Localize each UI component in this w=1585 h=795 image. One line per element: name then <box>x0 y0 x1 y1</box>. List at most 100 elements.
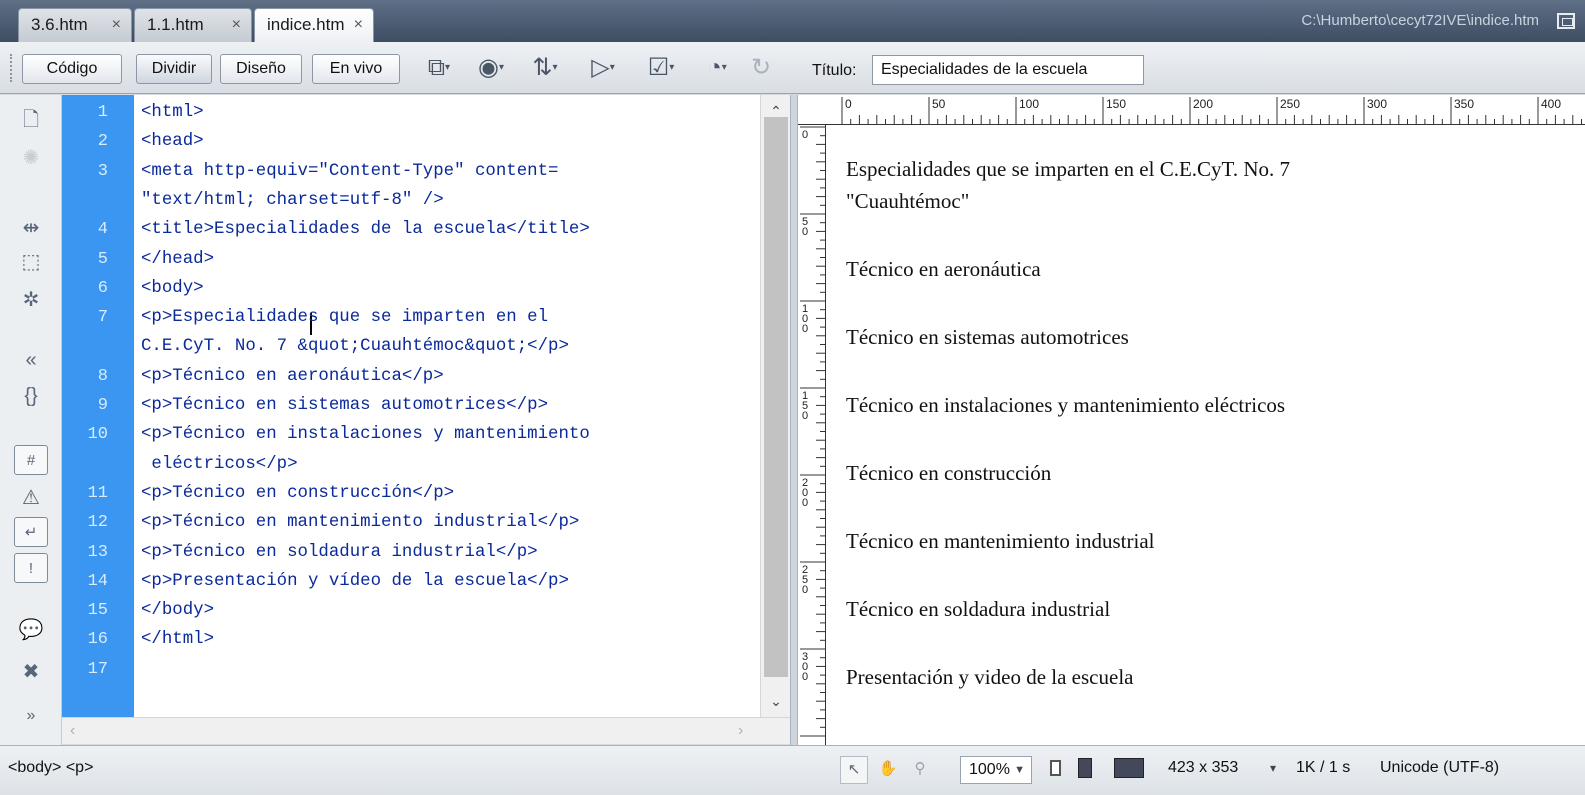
validate-markup-icon[interactable]: ☑▾ <box>640 52 682 84</box>
split-view-divider[interactable] <box>790 95 798 745</box>
code-line[interactable]: "text/html; charset=utf-8" /> <box>141 191 444 210</box>
design-paragraph[interactable]: Técnico en construcción <box>846 459 1051 487</box>
design-view[interactable]: 0 50 100 150 200 250 300 350 400 0 5 0 1 0 0 1 5 0 2… <box>798 95 1585 745</box>
design-view-button[interactable]: Diseño <box>220 54 302 84</box>
line-number: 7 <box>97 308 108 328</box>
line-number-gutter: 1 2 3 4 5 6 7 8 9 10 11 12 13 14 15 16 17 <box>62 95 134 717</box>
encoding: Unicode (UTF-8) <box>1380 759 1500 776</box>
code-line[interactable]: <p>Técnico en aeronáutica</p> <box>141 367 444 386</box>
select-parent-tag-icon[interactable]: « <box>14 345 48 375</box>
ruler-label: 1 0 0 <box>802 303 809 335</box>
code-line[interactable]: <body> <box>141 279 204 298</box>
show-code-navigator-icon[interactable]: ✺ <box>14 143 48 173</box>
collapse-full-tag-icon[interactable]: ⇹ <box>14 213 48 243</box>
code-line[interactable]: <p>Presentación y vídeo de la escuela</p… <box>141 572 569 591</box>
title-label: Título: <box>812 62 857 79</box>
code-line[interactable]: <p>Técnico en mantenimiento industrial</… <box>141 513 579 532</box>
scroll-down-arrow-icon[interactable]: ⌄ <box>761 693 791 710</box>
code-line[interactable]: <p>Técnico en instalaciones y mantenimie… <box>141 425 590 444</box>
scrollbar-thumb[interactable] <box>764 117 788 677</box>
apply-comment-icon[interactable]: 💬 <box>14 615 48 645</box>
code-line[interactable]: <meta http-equiv="Content-Type" content= <box>141 162 558 181</box>
code-line[interactable]: <p>Técnico en construcción</p> <box>141 484 454 503</box>
code-horizontal-scrollbar[interactable]: ‹ › <box>62 717 790 744</box>
line-number: 6 <box>97 278 108 298</box>
select-tool-icon[interactable]: ↖ <box>840 756 868 784</box>
tab-indice-htm[interactable]: indice.htm × <box>254 8 374 42</box>
line-number: 15 <box>87 601 108 621</box>
code-line[interactable]: <p>Técnico en sistemas automotrices</p> <box>141 396 548 415</box>
design-paragraph[interactable]: "Cuauhtémoc" <box>846 187 969 215</box>
expand-all-icon[interactable]: ✲ <box>14 285 48 315</box>
line-numbers-icon[interactable]: # <box>14 445 48 475</box>
balance-braces-icon[interactable]: {} <box>14 381 48 411</box>
ruler-label: 2 0 0 <box>802 477 809 509</box>
zoom-select[interactable]: 100% ▼ <box>960 756 1032 784</box>
line-number: 14 <box>87 571 108 591</box>
ruler-label: 5 0 <box>802 216 809 238</box>
tab-1-1-htm[interactable]: 1.1.htm × <box>134 8 252 42</box>
design-paragraph[interactable]: Presentación y video de la escuela <box>846 663 1133 691</box>
highlight-invalid-code-icon[interactable]: ⚠ <box>14 483 48 513</box>
more-tools-chevron-icon[interactable]: » <box>14 701 48 731</box>
syntax-error-alerts-icon[interactable]: ! <box>14 553 48 583</box>
window-size[interactable]: 423 x 353 <box>1168 759 1238 777</box>
tab-label: indice.htm <box>267 15 345 34</box>
check-browser-compat-icon[interactable]: ◔▾ <box>696 52 738 84</box>
code-line[interactable]: C.E.CyT. No. 7 &quot;Cuauhtémoc&quot;</p… <box>141 337 569 356</box>
word-wrap-icon[interactable]: ↵ <box>14 517 48 547</box>
close-tab-icon[interactable]: × <box>354 9 363 41</box>
code-line[interactable]: <p>Técnico en soldadura industrial</p> <box>141 543 538 562</box>
tab-label: 3.6.htm <box>31 15 88 34</box>
close-tab-icon[interactable]: × <box>232 9 241 41</box>
ruler-label: 200 <box>1193 97 1214 111</box>
tab-label: 1.1.htm <box>147 15 204 34</box>
file-management-icon[interactable]: ⧉▾ <box>418 52 460 84</box>
design-paragraph[interactable]: Técnico en aeronáutica <box>846 255 1041 283</box>
ruler-label: 350 <box>1454 97 1475 111</box>
collapse-selection-icon[interactable]: ⬚ <box>14 247 48 277</box>
toolbar-grip[interactable] <box>10 54 16 82</box>
code-line[interactable]: </head> <box>141 250 214 269</box>
design-paragraph[interactable]: Técnico en soldadura industrial <box>846 595 1110 623</box>
code-line[interactable]: </body> <box>141 601 214 620</box>
code-line[interactable]: </html> <box>141 630 214 649</box>
window-size-dropdown-icon[interactable]: ▾ <box>1270 761 1276 775</box>
design-paragraph[interactable]: Técnico en instalaciones y mantenimiento… <box>846 391 1285 419</box>
refresh-design-icon[interactable]: ⇅▾ <box>524 52 566 84</box>
remove-comment-icon[interactable]: ✖ <box>14 657 48 687</box>
desktop-size-icon[interactable] <box>1114 758 1144 778</box>
open-documents-icon[interactable]: 🗋 <box>14 105 48 135</box>
code-line[interactable]: <html> <box>141 103 204 122</box>
code-line[interactable]: eléctricos</p> <box>141 455 297 474</box>
hand-tool-icon[interactable]: ✋ <box>874 756 902 784</box>
scroll-left-arrow-icon[interactable]: ‹ <box>70 722 75 740</box>
mobile-size-icon[interactable] <box>1050 760 1061 776</box>
code-editor[interactable]: <html> <head> <meta http-equiv="Content-Ty… <box>134 95 760 717</box>
code-line[interactable]: <p>Especialidades que se imparten en el <box>141 308 548 327</box>
preview-browser-icon[interactable]: ◉▾ <box>470 52 512 84</box>
live-view-button[interactable]: En vivo <box>312 54 400 84</box>
design-paragraph[interactable]: Técnico en mantenimiento industrial <box>846 527 1155 555</box>
scroll-right-arrow-icon[interactable]: › <box>738 722 743 740</box>
split-view-button[interactable]: Dividir <box>136 54 212 84</box>
tab-3-6-htm[interactable]: 3.6.htm × <box>18 8 132 42</box>
ruler-label: 0 <box>845 97 852 111</box>
line-number: 11 <box>87 483 108 503</box>
code-line[interactable]: <title>Especialidades de la escuela</tit… <box>141 220 590 239</box>
zoom-tool-icon[interactable]: ⚲ <box>906 756 934 784</box>
restore-window-icon[interactable] <box>1557 13 1575 29</box>
tablet-size-icon[interactable] <box>1078 758 1092 778</box>
code-view-button[interactable]: Código <box>22 54 122 84</box>
line-number: 8 <box>97 366 108 386</box>
code-line[interactable]: <head> <box>141 132 204 151</box>
close-tab-icon[interactable]: × <box>112 9 121 41</box>
design-paragraph[interactable]: Especialidades que se imparten en el C.E… <box>846 155 1290 183</box>
visual-aids-icon[interactable]: ▷▾ <box>582 52 624 84</box>
document-title-input[interactable] <box>872 55 1144 85</box>
tag-selector[interactable]: <body> <p> <box>8 759 93 777</box>
refresh-icon[interactable]: ↻ <box>746 52 776 84</box>
design-paragraph[interactable]: Técnico en sistemas automotrices <box>846 323 1129 351</box>
code-vertical-scrollbar[interactable]: ⌃ ⌄ <box>760 95 790 717</box>
chevron-down-icon: ▼ <box>1014 764 1025 776</box>
